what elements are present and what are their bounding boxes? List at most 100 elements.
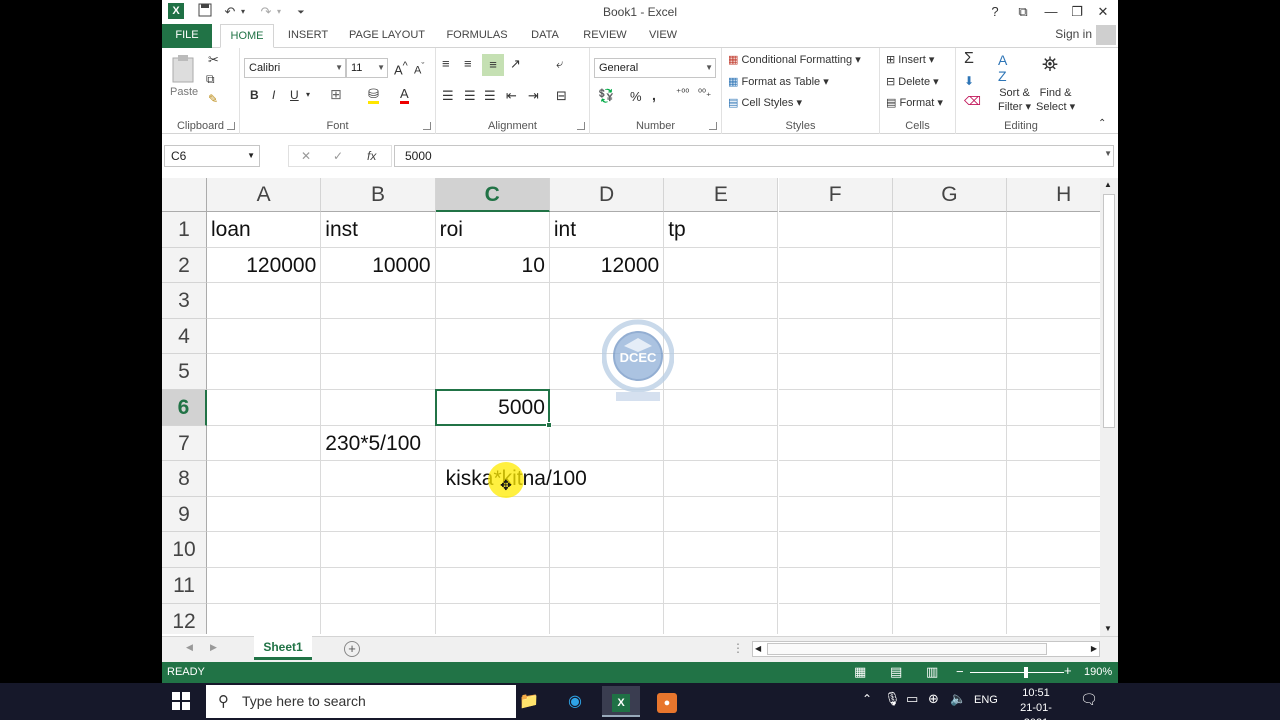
row-header-12[interactable]: 12 <box>162 603 207 634</box>
cell-g4[interactable] <box>892 318 1008 355</box>
cell-a2[interactable]: 120000 <box>207 247 322 284</box>
cell-f7[interactable] <box>778 425 893 462</box>
cell-b1[interactable]: inst <box>321 212 436 248</box>
cell-c10[interactable] <box>435 532 550 568</box>
font-name-combo[interactable]: Calibri ▼ <box>244 58 346 78</box>
cell-styles-button[interactable]: ▤ Cell Styles ▾ <box>728 96 802 109</box>
row-header-9[interactable]: 9 <box>162 496 207 533</box>
cell-h9[interactable] <box>1007 497 1100 533</box>
column-header-c[interactable]: C <box>435 178 550 212</box>
format-as-table-button[interactable]: ▦ Format as Table ▾ <box>728 75 829 88</box>
vertical-scroll-thumb[interactable] <box>1103 194 1115 428</box>
cell-h2[interactable] <box>1007 248 1100 284</box>
font-launcher-icon[interactable] <box>423 122 431 130</box>
find-select-button[interactable]: Find & Select ▾ <box>1036 86 1075 114</box>
shrink-font-icon[interactable]: Aˇ <box>414 61 424 77</box>
cell-e1[interactable]: tp <box>664 212 779 248</box>
cell-f11[interactable] <box>778 568 893 604</box>
sort-filter-icon[interactable]: AZ <box>998 52 1007 84</box>
notification-icon[interactable]: 🗨 <box>1080 691 1098 708</box>
conditional-formatting-button[interactable]: ▦ Conditional Formatting ▾ <box>728 53 861 66</box>
zoom-slider[interactable] <box>970 672 1064 673</box>
maximize-button[interactable]: ❐ <box>1064 2 1090 22</box>
tab-file[interactable]: FILE <box>162 24 212 48</box>
insert-cells-button[interactable]: ⊞ Insert ▾ <box>886 53 934 66</box>
help-button[interactable]: ? <box>982 2 1008 22</box>
cell-f4[interactable] <box>778 318 893 355</box>
cell-h12[interactable] <box>1007 604 1100 634</box>
font-color-icon[interactable]: A <box>400 86 409 104</box>
font-size-combo[interactable]: 11 ▼ <box>346 58 388 78</box>
cell-c5[interactable] <box>435 354 550 390</box>
align-right-icon[interactable]: ☰ <box>484 88 496 104</box>
cell-a1[interactable]: loan <box>207 212 322 248</box>
wrap-text-icon[interactable]: ⤶ <box>556 56 563 72</box>
underline-button[interactable]: U <box>290 88 299 102</box>
tab-home[interactable]: HOME <box>220 24 274 48</box>
cell-g10[interactable] <box>892 532 1008 568</box>
increase-decimal-icon[interactable]: ⁺⁰⁰ <box>676 88 689 99</box>
cell-e9[interactable] <box>664 496 779 533</box>
middle-align-icon[interactable]: ≡ <box>464 56 472 71</box>
sign-in-link[interactable]: Sign in <box>1055 27 1092 41</box>
grow-font-icon[interactable]: A^ <box>394 60 408 77</box>
tab-view[interactable]: VIEW <box>642 24 684 48</box>
tab-data[interactable]: DATA <box>524 24 566 48</box>
zoom-out-icon[interactable]: − <box>956 664 964 679</box>
cell-a11[interactable] <box>207 568 322 604</box>
add-sheet-button[interactable]: + <box>344 641 360 657</box>
close-button[interactable]: ✕ <box>1090 2 1116 22</box>
cell-h7[interactable] <box>1007 426 1100 462</box>
cell-d9[interactable] <box>549 496 665 533</box>
orientation-icon[interactable]: ↗ <box>510 56 521 72</box>
scroll-down-icon[interactable]: ▼ <box>1104 624 1112 633</box>
cell-b6[interactable] <box>321 390 436 426</box>
borders-icon[interactable]: ⊞ <box>330 86 342 103</box>
cell-g12[interactable] <box>893 603 1008 634</box>
cell-h5[interactable] <box>1007 354 1100 390</box>
cell-a10[interactable] <box>207 532 322 568</box>
cell-d1[interactable]: int <box>549 212 665 248</box>
cell-g2[interactable] <box>892 247 1008 284</box>
cell-h11[interactable] <box>1007 568 1100 604</box>
cell-c4[interactable] <box>435 318 550 355</box>
cell-b12[interactable] <box>321 603 436 634</box>
copy-icon[interactable]: ⧉ <box>206 72 215 87</box>
column-header-a[interactable]: A <box>207 178 322 212</box>
cell-e3[interactable] <box>664 283 779 319</box>
cell-b2[interactable]: 10000 <box>321 247 436 284</box>
horizontal-scrollbar[interactable]: ◀ ▶ <box>752 641 1100 657</box>
excel-taskbar-icon[interactable]: X <box>602 686 640 717</box>
cell-a7[interactable] <box>207 425 322 462</box>
paste-icon[interactable] <box>170 54 196 87</box>
tab-review[interactable]: REVIEW <box>576 24 634 48</box>
column-header-f[interactable]: F <box>778 178 893 212</box>
cell-d12[interactable] <box>550 603 665 634</box>
cell-f6[interactable] <box>778 390 893 426</box>
split-handle-icon[interactable]: ⋮ <box>732 641 744 655</box>
formula-input[interactable]: 5000 <box>394 145 1114 167</box>
fill-color-icon[interactable]: ⛁ <box>368 86 379 104</box>
cell-g5[interactable] <box>892 354 1008 390</box>
alignment-launcher-icon[interactable] <box>577 122 585 130</box>
battery-icon[interactable]: ▭ <box>906 691 918 707</box>
cell-d2[interactable]: 12000 <box>549 247 665 284</box>
align-left-icon[interactable]: ☰ <box>442 88 454 104</box>
cell-e4[interactable] <box>664 318 779 355</box>
cell-b7[interactable]: 230*5/100 <box>321 425 436 462</box>
cell-a12[interactable] <box>207 603 322 634</box>
cell-g9[interactable] <box>892 496 1008 533</box>
language-indicator[interactable]: ENG <box>974 694 998 706</box>
increase-indent-icon[interactable]: ⇥ <box>528 88 539 104</box>
autosum-icon[interactable]: Σ <box>964 50 974 68</box>
cell-d10[interactable] <box>549 532 665 568</box>
row-header-3[interactable]: 3 <box>162 283 207 319</box>
avatar[interactable] <box>1096 25 1116 45</box>
ribbon-display-options-button[interactable]: ⧉ <box>1010 2 1036 22</box>
sheet-tab-sheet1[interactable]: Sheet1 <box>254 636 312 660</box>
decrease-decimal-icon[interactable]: ⁰⁰₊ <box>698 88 711 99</box>
zoom-in-icon[interactable]: + <box>1064 663 1072 678</box>
tab-page-layout[interactable]: PAGE LAYOUT <box>344 24 430 48</box>
cell-c7[interactable] <box>435 425 550 462</box>
column-header-g[interactable]: G <box>892 178 1008 212</box>
